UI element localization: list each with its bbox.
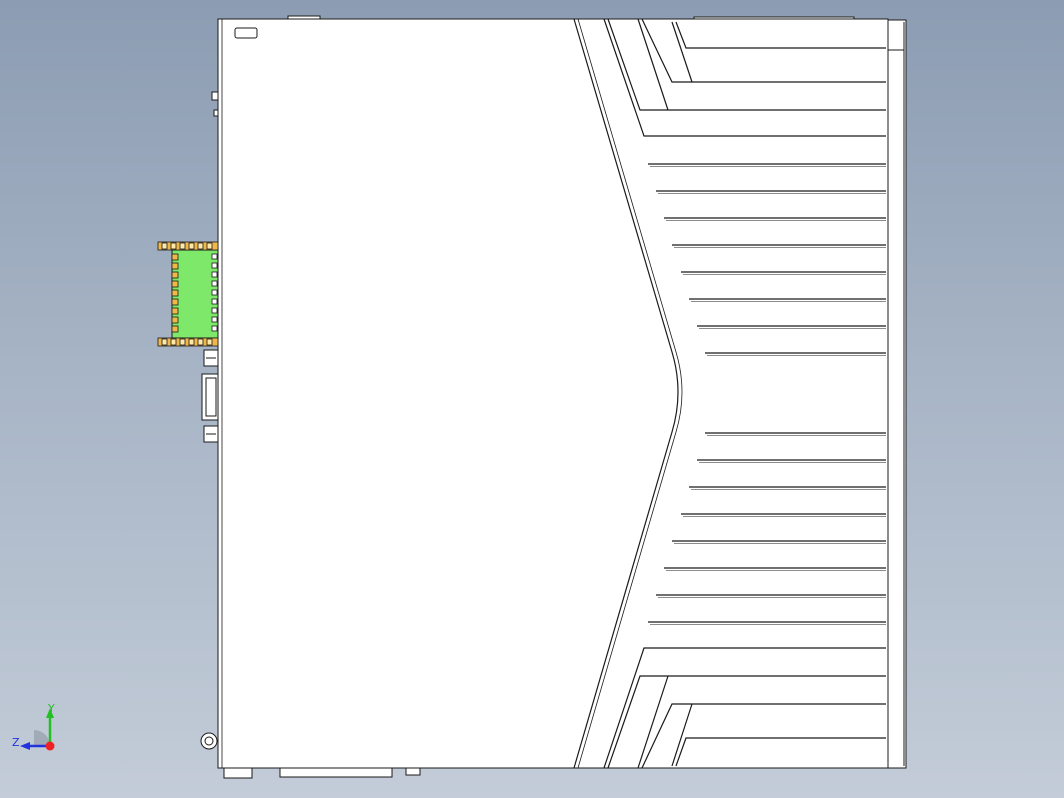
connector-pin	[170, 242, 177, 250]
orientation-triad: Y Z	[12, 702, 55, 751]
connector-pin	[171, 325, 179, 333]
main-body	[217, 18, 889, 769]
connector-pin	[170, 338, 177, 346]
connector-pin	[211, 280, 218, 287]
cad-viewport[interactable]: Y Z	[0, 0, 1064, 798]
origin-marker	[45, 741, 55, 751]
connector-pin	[188, 242, 195, 250]
terminal-connector[interactable]	[157, 241, 219, 347]
connector-pin	[171, 271, 179, 279]
connector-pin	[171, 289, 179, 297]
connector-pin	[171, 298, 179, 306]
connector-pin	[211, 262, 218, 269]
connector-pin	[206, 242, 213, 250]
connector-pins-top	[157, 241, 219, 251]
foot-right	[405, 767, 421, 776]
z-axis-arrow	[20, 742, 30, 750]
connector-pin	[188, 338, 195, 346]
connector-pin	[171, 253, 179, 261]
connector-pin	[211, 271, 218, 278]
connector-pin	[161, 242, 168, 250]
connector-pin	[197, 338, 204, 346]
left-tab-2	[213, 109, 219, 117]
left-tab-top	[211, 91, 219, 101]
connector-pin	[179, 242, 186, 250]
connector-pin	[171, 307, 179, 315]
connector-pins-right	[211, 253, 218, 332]
connector-pin	[171, 316, 179, 324]
connector-pin	[211, 253, 218, 260]
connector-pins-bottom	[157, 337, 219, 347]
connector-pin	[161, 338, 168, 346]
side-ports	[200, 349, 219, 750]
connector-pin	[206, 338, 213, 346]
connector-pin	[171, 280, 179, 288]
back-plate	[887, 19, 907, 769]
connector-pin	[211, 325, 218, 332]
connector-pin	[179, 338, 186, 346]
foot-left	[223, 767, 253, 779]
connector-pin	[171, 262, 179, 270]
bottom-rail	[279, 767, 393, 778]
y-axis-label: Y	[47, 702, 55, 715]
connector-pin	[211, 307, 218, 314]
z-axis-label: Z	[12, 736, 20, 749]
connector-pins-left	[171, 253, 179, 333]
connector-body	[171, 249, 219, 339]
led-window	[234, 27, 258, 39]
connector-pin	[211, 289, 218, 296]
connector-pin	[211, 298, 218, 305]
enclosure-model[interactable]	[211, 15, 907, 779]
connector-pin	[197, 242, 204, 250]
connector-pin	[211, 316, 218, 323]
